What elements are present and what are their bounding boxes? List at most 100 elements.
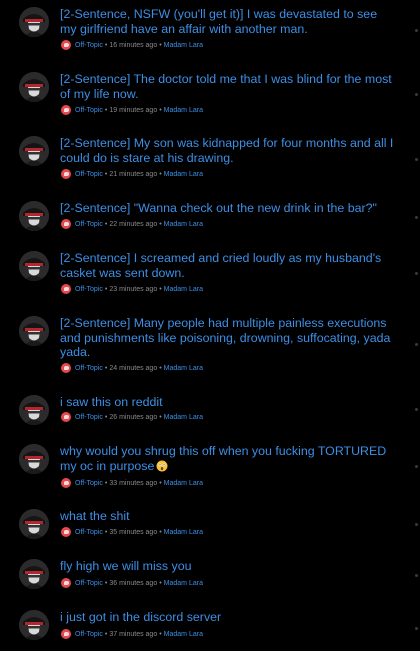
author-link[interactable]: Madam Lara: [164, 480, 203, 487]
topic-meta: Off-Topic • 19 minutes ago • Madam Lara: [61, 104, 203, 116]
category-link[interactable]: Off-Topic: [75, 171, 103, 178]
meta-separator: •: [159, 41, 162, 49]
avatar[interactable]: [19, 610, 49, 640]
category-icon: [61, 105, 71, 115]
edge-indicator: [415, 408, 418, 411]
topic-title-link[interactable]: i just got in the discord server: [60, 610, 396, 625]
topic-title-link[interactable]: [2-Sentence] I screamed and cried loudly…: [60, 251, 396, 280]
author-link[interactable]: Madam Lara: [164, 365, 203, 372]
meta-separator: •: [104, 364, 108, 372]
astonished-face-emoji: [156, 460, 168, 472]
topic-meta: Off-Topic • 36 minutes ago • Madam Lara: [61, 577, 203, 589]
meta-separator: •: [159, 364, 162, 372]
edge-indicator: [415, 574, 418, 577]
topic-meta: Off-Topic • 22 minutes ago • Madam Lara: [61, 218, 203, 230]
avatar[interactable]: [19, 201, 49, 231]
topic-time: 16 minutes ago: [109, 41, 158, 49]
author-link[interactable]: Madam Lara: [164, 171, 203, 178]
topic-title-link[interactable]: fly high we will miss you: [60, 559, 396, 574]
category-link[interactable]: Off-Topic: [75, 631, 103, 638]
category-icon: [61, 629, 71, 639]
topic-meta: Off-Topic • 16 minutes ago • Madam Lara: [61, 39, 203, 51]
category-icon: [61, 40, 71, 50]
topic-title-link[interactable]: [2-Sentence] "Wanna check out the new dr…: [60, 201, 396, 216]
topic-title-link[interactable]: [2-Sentence] Many people had multiple pa…: [60, 316, 396, 360]
topic-time: 24 minutes ago: [109, 364, 158, 372]
author-link[interactable]: Madam Lara: [164, 580, 203, 587]
topic-time: 37 minutes ago: [109, 630, 158, 638]
topic-title-link[interactable]: [2-Sentence] My son was kidnapped for fo…: [60, 136, 396, 165]
category-icon: [61, 578, 71, 588]
topic-time: 23 minutes ago: [109, 285, 158, 293]
topic-title-link[interactable]: i saw this on reddit: [60, 395, 396, 410]
author-link[interactable]: Madam Lara: [164, 631, 203, 638]
category-icon: [61, 527, 71, 537]
topic-meta: Off-Topic • 23 minutes ago • Madam Lara: [61, 283, 203, 295]
meta-separator: •: [104, 41, 108, 49]
avatar[interactable]: [19, 251, 49, 281]
topic-meta: Off-Topic • 33 minutes ago • Madam Lara: [61, 477, 203, 489]
category-link[interactable]: Off-Topic: [75, 414, 103, 421]
avatar[interactable]: [19, 136, 49, 166]
category-link[interactable]: Off-Topic: [75, 221, 103, 228]
category-link[interactable]: Off-Topic: [75, 107, 103, 114]
meta-separator: •: [104, 285, 108, 293]
author-link[interactable]: Madam Lara: [164, 221, 203, 228]
author-link[interactable]: Madam Lara: [164, 42, 203, 49]
topic-time: 26 minutes ago: [109, 413, 158, 421]
meta-separator: •: [104, 413, 108, 421]
edge-indicator: [415, 272, 418, 275]
category-link[interactable]: Off-Topic: [75, 480, 103, 487]
topic-time: 22 minutes ago: [109, 220, 158, 228]
avatar[interactable]: [19, 509, 49, 539]
category-icon: [61, 363, 71, 373]
topic-feed: [2-Sentence, NSFW (you'll get it)] I was…: [0, 0, 420, 651]
topic-time: 35 minutes ago: [109, 528, 158, 536]
edge-indicator: [415, 93, 418, 96]
edge-indicator: [415, 158, 418, 161]
meta-separator: •: [104, 106, 108, 114]
edge-indicator: [415, 523, 418, 526]
meta-separator: •: [104, 170, 108, 178]
topic-time: 33 minutes ago: [109, 479, 158, 487]
category-icon: [61, 169, 71, 179]
meta-separator: •: [159, 220, 162, 228]
category-link[interactable]: Off-Topic: [75, 286, 103, 293]
meta-separator: •: [104, 220, 108, 228]
author-link[interactable]: Madam Lara: [164, 286, 203, 293]
avatar[interactable]: [19, 72, 49, 102]
meta-separator: •: [159, 479, 162, 487]
category-link[interactable]: Off-Topic: [75, 42, 103, 49]
category-link[interactable]: Off-Topic: [75, 529, 103, 536]
avatar[interactable]: [19, 7, 49, 37]
edge-indicator: [415, 627, 418, 630]
edge-indicator: [415, 343, 418, 346]
avatar[interactable]: [19, 444, 49, 474]
topic-title-link[interactable]: what the shit: [60, 509, 396, 524]
author-link[interactable]: Madam Lara: [164, 107, 203, 114]
meta-separator: •: [104, 479, 108, 487]
topic-title-link[interactable]: [2-Sentence] The doctor told me that I w…: [60, 72, 396, 101]
topic-meta: Off-Topic • 21 minutes ago • Madam Lara: [61, 168, 203, 180]
author-link[interactable]: Madam Lara: [164, 529, 203, 536]
meta-separator: •: [159, 579, 162, 587]
author-link[interactable]: Madam Lara: [164, 414, 203, 421]
category-icon: [61, 284, 71, 294]
topic-meta: Off-Topic • 26 minutes ago • Madam Lara: [61, 411, 203, 423]
meta-separator: •: [159, 630, 162, 638]
category-link[interactable]: Off-Topic: [75, 365, 103, 372]
avatar[interactable]: [19, 316, 49, 346]
topic-meta: Off-Topic • 35 minutes ago • Madam Lara: [61, 526, 203, 538]
meta-separator: •: [159, 285, 162, 293]
category-icon: [61, 478, 71, 488]
topic-title-link[interactable]: [2-Sentence, NSFW (you'll get it)] I was…: [60, 7, 396, 36]
meta-separator: •: [159, 170, 162, 178]
topic-title-link[interactable]: why would you shrug this off when you fu…: [60, 444, 396, 473]
avatar[interactable]: [19, 395, 49, 425]
edge-indicator: [415, 465, 418, 468]
meta-separator: •: [104, 579, 108, 587]
topic-time: 36 minutes ago: [109, 579, 158, 587]
topic-meta: Off-Topic • 24 minutes ago • Madam Lara: [61, 362, 203, 374]
avatar[interactable]: [19, 559, 49, 589]
category-link[interactable]: Off-Topic: [75, 580, 103, 587]
